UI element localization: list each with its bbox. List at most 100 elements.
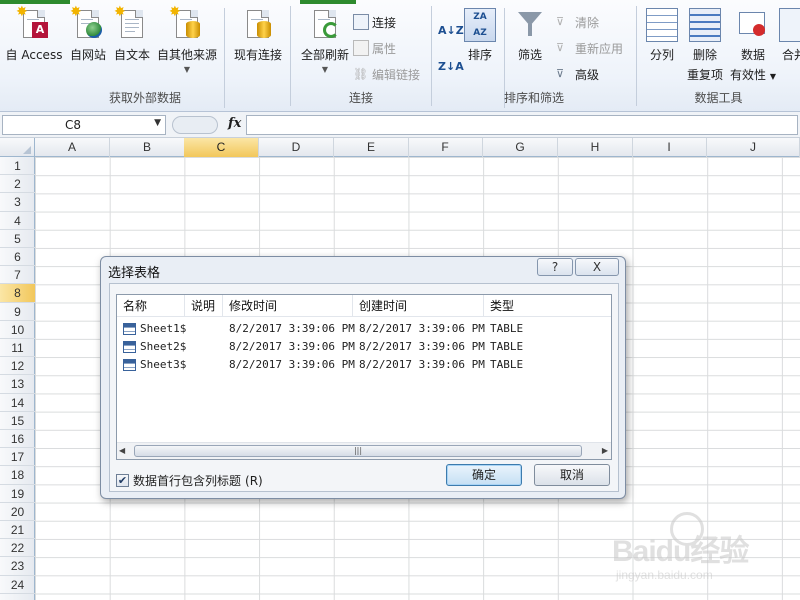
table-icon (123, 359, 136, 371)
sort-a-to-z-button[interactable]: A↓Z (438, 20, 464, 40)
group-sort-filter: A↓Z Z↓A ZA AZ 排序 筛选 ⊽ 清除 ⊽ 重新应用 ⊽ 高级 排序和… (432, 2, 636, 110)
column-header[interactable]: B (110, 138, 185, 157)
row-header[interactable]: 20 (0, 503, 35, 521)
advanced-filter-button[interactable]: ⊽ 高级 (556, 64, 599, 84)
row-header-selected[interactable]: 8 (0, 284, 35, 303)
table-list[interactable]: 名称 说明 修改时间 创建时间 类型 Sheet1$ 8/2/2017 3:39… (116, 294, 612, 460)
group-get-external-data: ✸ A 自 Access ✸ 自网站 ✸ 自文本 ✸ 自其他来源 ▼ 现有连接 … (0, 2, 290, 110)
column-header[interactable]: H (558, 138, 633, 157)
row-header[interactable]: 11 (0, 339, 35, 358)
row-header[interactable]: 12 (0, 357, 35, 376)
from-access-button[interactable]: ✸ A 自 Access (4, 5, 64, 63)
group-data-tools: 分列 删除 重复项 数据 有效性 ▼ 合并 数据工具 (637, 2, 800, 110)
table-row[interactable]: Sheet3$ 8/2/2017 3:39:06 PM 8/2/2017 3:3… (117, 356, 611, 374)
reapply-button[interactable]: ⊽ 重新应用 (556, 38, 623, 58)
row-header[interactable]: 15 (0, 412, 35, 430)
scroll-right-icon[interactable]: ▶ (602, 446, 608, 455)
advanced-filter-icon: ⊽ (556, 67, 565, 80)
column-header-modified[interactable]: 修改时间 (223, 295, 353, 317)
refresh-all-button[interactable]: 全部刷新 ▼ (295, 8, 355, 74)
data-validation-button[interactable]: 数据 有效性 ▼ (729, 8, 777, 83)
row-header[interactable]: 2 (0, 175, 35, 194)
row-header[interactable]: 13 (0, 375, 35, 394)
row-header[interactable]: 17 (0, 448, 35, 467)
name-box[interactable]: C8 ▼ (2, 115, 166, 135)
column-header-name[interactable]: 名称 (117, 295, 185, 317)
sort-za-icon: Z↓A (438, 59, 464, 73)
insert-function-button[interactable]: fx (228, 116, 241, 131)
group-label-connections: 连接 (348, 91, 373, 105)
row-header[interactable]: 9 (0, 303, 35, 321)
connections-button[interactable]: 连接 (353, 12, 396, 32)
edit-links-button[interactable]: ⛓ 编辑链接 (353, 64, 420, 84)
horizontal-scrollbar[interactable]: ◀ ||| ▶ (117, 442, 611, 459)
refresh-icon (309, 8, 341, 42)
row-header[interactable]: 6 (0, 248, 35, 267)
sort-icon: ZA AZ (464, 8, 496, 42)
row-header[interactable]: 4 (0, 212, 35, 230)
remove-duplicates-icon (689, 8, 721, 42)
row-header[interactable]: 22 (0, 539, 35, 558)
column-header[interactable]: I (632, 138, 707, 157)
column-header[interactable]: A (35, 138, 110, 157)
from-web-button[interactable]: ✸ 自网站 (66, 5, 110, 63)
properties-button[interactable]: 属性 (353, 38, 396, 58)
sort-z-to-a-button[interactable]: Z↓A (438, 56, 464, 76)
column-header[interactable]: J (707, 138, 800, 157)
sort-az-icon: A↓Z (438, 23, 464, 37)
row-header[interactable]: 24 (0, 576, 35, 594)
existing-connections-button[interactable]: 现有连接 (228, 8, 288, 63)
row-header[interactable]: 18 (0, 466, 35, 485)
from-other-sources-button[interactable]: ✸ 自其他来源 ▼ (154, 5, 220, 74)
scrollbar-thumb[interactable]: ||| (134, 445, 582, 457)
row-header[interactable]: 23 (0, 557, 35, 576)
column-header-created[interactable]: 创建时间 (353, 295, 484, 317)
help-button[interactable]: ? (537, 258, 573, 276)
sort-button[interactable]: ZA AZ 排序 (462, 8, 498, 63)
filter-button[interactable]: 筛选 (512, 8, 548, 63)
table-row[interactable]: Sheet1$ 8/2/2017 3:39:06 PM 8/2/2017 3:3… (117, 320, 611, 338)
row-header[interactable]: 1 (0, 157, 35, 176)
watermark: Baidu经验 jingyan.baidu.com (612, 512, 792, 592)
table-icon (123, 341, 136, 353)
column-header[interactable]: G (483, 138, 558, 157)
row-header[interactable]: 7 (0, 266, 35, 285)
checkbox-check-icon[interactable]: ✔ (116, 474, 129, 487)
row-header[interactable]: 5 (0, 230, 35, 248)
column-header-description[interactable]: 说明 (185, 295, 223, 317)
formula-controls: fx (170, 115, 244, 135)
column-header[interactable]: F (408, 138, 483, 157)
dialog-body: 名称 说明 修改时间 创建时间 类型 Sheet1$ 8/2/2017 3:39… (109, 283, 619, 492)
select-all-corner[interactable] (0, 138, 35, 157)
group-label-external-data: 获取外部数据 (108, 91, 181, 105)
consolidate-button[interactable]: 合并 (779, 8, 800, 63)
column-header[interactable]: D (259, 138, 334, 157)
row-header[interactable]: 3 (0, 193, 35, 212)
clear-filter-button[interactable]: ⊽ 清除 (556, 12, 599, 32)
column-header[interactable]: E (334, 138, 409, 157)
row-header[interactable]: 16 (0, 430, 35, 449)
column-header-selected[interactable]: C (184, 138, 259, 157)
edit-links-icon: ⛓ (353, 67, 369, 81)
table-row[interactable]: Sheet2$ 8/2/2017 3:39:06 PM 8/2/2017 3:3… (117, 338, 611, 356)
formula-input[interactable] (246, 115, 798, 135)
text-to-columns-button[interactable]: 分列 (643, 8, 681, 63)
row-header[interactable]: 14 (0, 394, 35, 412)
row-header[interactable]: 19 (0, 485, 35, 503)
row-headers: 1 2 3 4 5 6 7 8 9 10 11 12 13 14 15 16 1… (0, 157, 35, 600)
remove-duplicates-button[interactable]: 删除 重复项 (683, 8, 727, 83)
row-header[interactable]: 21 (0, 521, 35, 540)
connections-icon (353, 14, 369, 30)
column-header-type[interactable]: 类型 (484, 295, 611, 317)
close-button[interactable]: X (575, 258, 619, 276)
scroll-left-icon[interactable]: ◀ (119, 446, 125, 455)
chevron-down-icon[interactable]: ▼ (154, 118, 161, 128)
group-connections: 全部刷新 ▼ 连接 属性 ⛓ 编辑链接 连接 (291, 2, 431, 110)
formula-bar: C8 ▼ fx (0, 112, 800, 138)
select-table-dialog: 选择表格 ? X 名称 说明 修改时间 创建时间 类型 Sheet1$ 8/2/… (100, 256, 626, 499)
row-header[interactable]: 10 (0, 321, 35, 339)
first-row-headers-checkbox[interactable]: ✔ 数据首行包含列标题 (R) (116, 472, 263, 489)
from-text-button[interactable]: ✸ 自文本 (112, 5, 152, 63)
ok-button[interactable]: 确定 (446, 464, 522, 486)
cancel-button[interactable]: 取消 (534, 464, 610, 486)
